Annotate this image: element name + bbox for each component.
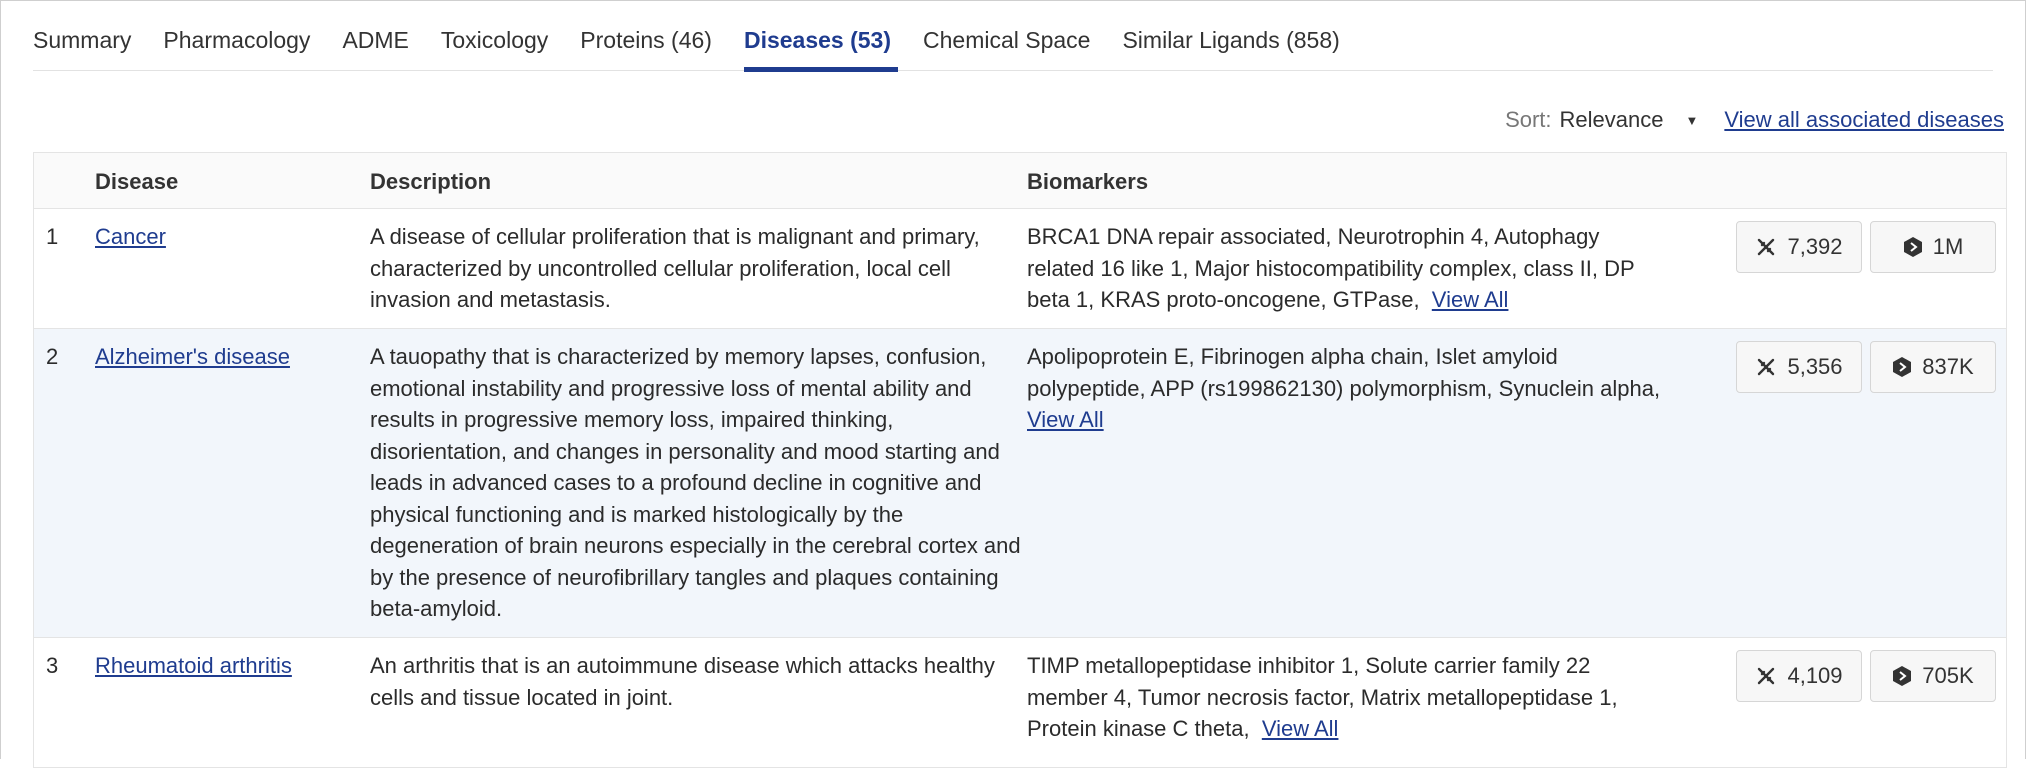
table-row: 2 Alzheimer's disease A tauopathy that i… bbox=[34, 329, 2006, 638]
disease-description: An arthritis that is an autoimmune disea… bbox=[370, 653, 995, 710]
view-all-diseases-link[interactable]: View all associated diseases bbox=[1724, 107, 2004, 133]
disease-link[interactable]: Cancer bbox=[95, 221, 166, 253]
compound-count: 837K bbox=[1922, 354, 1974, 380]
disease-link[interactable]: Rheumatoid arthritis bbox=[95, 650, 292, 682]
table-row: 3 Rheumatoid arthritis An arthritis that… bbox=[34, 638, 2006, 768]
table-header: Disease Description Biomarkers bbox=[34, 153, 2006, 209]
dna-icon bbox=[1758, 667, 1775, 685]
compound-count-button[interactable]: 705K bbox=[1870, 650, 1996, 702]
sort-label: Sort: bbox=[1505, 107, 1552, 132]
target-count: 5,356 bbox=[1787, 354, 1843, 380]
diseases-table: Disease Description Biomarkers 1 Cancer … bbox=[33, 152, 2007, 768]
biomarkers-list: BRCA1 DNA repair associated, Neurotrophi… bbox=[1027, 224, 1635, 312]
view-all-biomarkers-link[interactable]: View All bbox=[1027, 407, 1104, 432]
row-badges: 5,356 837K bbox=[1728, 341, 1996, 393]
disease-description: A tauopathy that is characterized by mem… bbox=[370, 344, 1021, 621]
row-badges: 4,109 705K bbox=[1728, 650, 1996, 702]
view-all-biomarkers-link[interactable]: View All bbox=[1262, 716, 1339, 741]
row-badges: 7,392 1M bbox=[1728, 221, 1996, 273]
page-frame: Summary Pharmacology ADME Toxicology Pro… bbox=[0, 0, 2026, 768]
view-all-biomarkers-link[interactable]: View All bbox=[1432, 287, 1509, 312]
header-description: Description bbox=[370, 169, 492, 194]
sort-value: Relevance bbox=[1559, 107, 1664, 132]
target-count: 7,392 bbox=[1787, 234, 1843, 260]
tab-adme[interactable]: ADME bbox=[342, 1, 408, 71]
biomarkers-cell: Apolipoprotein E, Fibrinogen alpha chain… bbox=[1027, 341, 1667, 436]
tab-summary[interactable]: Summary bbox=[33, 1, 131, 71]
target-count-button[interactable]: 4,109 bbox=[1736, 650, 1862, 702]
row-number: 1 bbox=[46, 224, 59, 249]
tab-diseases[interactable]: Diseases (53) bbox=[743, 1, 899, 72]
header-disease: Disease bbox=[95, 169, 179, 194]
biomarkers-cell: BRCA1 DNA repair associated, Neurotrophi… bbox=[1027, 221, 1667, 316]
tab-bar: Summary Pharmacology ADME Toxicology Pro… bbox=[33, 1, 1993, 72]
dna-icon bbox=[1758, 358, 1775, 376]
row-number: 2 bbox=[46, 344, 59, 369]
compound-count-button[interactable]: 1M bbox=[1870, 221, 1996, 273]
target-count-button[interactable]: 5,356 bbox=[1736, 341, 1862, 393]
dna-icon bbox=[1758, 238, 1775, 256]
compound-count-button[interactable]: 837K bbox=[1870, 341, 1996, 393]
row-number: 3 bbox=[46, 653, 59, 678]
hexagon-molecule-icon bbox=[1893, 666, 1912, 686]
header-biomarkers: Biomarkers bbox=[1027, 169, 1149, 194]
tab-pharmacology[interactable]: Pharmacology bbox=[163, 1, 310, 71]
tab-chemical-space[interactable]: Chemical Space bbox=[923, 1, 1090, 71]
target-count: 4,109 bbox=[1787, 663, 1843, 689]
tab-toxicology[interactable]: Toxicology bbox=[441, 1, 548, 71]
compound-count: 1M bbox=[1932, 234, 1964, 260]
biomarkers-list: Apolipoprotein E, Fibrinogen alpha chain… bbox=[1027, 344, 1661, 401]
biomarkers-cell: TIMP metallopeptidase inhibitor 1, Solut… bbox=[1027, 650, 1667, 745]
disease-link[interactable]: Alzheimer's disease bbox=[95, 341, 290, 373]
tab-similar-ligands[interactable]: Similar Ligands (858) bbox=[1122, 1, 1339, 71]
target-count-button[interactable]: 7,392 bbox=[1736, 221, 1862, 273]
tab-proteins[interactable]: Proteins (46) bbox=[580, 1, 712, 71]
sort-dropdown[interactable]: Relevance ▼ bbox=[1560, 107, 1699, 133]
disease-description: A disease of cellular proliferation that… bbox=[370, 224, 980, 312]
sort-bar: Sort: Relevance ▼ View all associated di… bbox=[1505, 105, 2004, 135]
table-row: 1 Cancer A disease of cellular prolifera… bbox=[34, 209, 2006, 329]
compound-count: 705K bbox=[1922, 663, 1974, 689]
hexagon-molecule-icon bbox=[1903, 237, 1922, 257]
hexagon-molecule-icon bbox=[1893, 357, 1912, 377]
caret-down-icon: ▼ bbox=[1685, 112, 1699, 128]
